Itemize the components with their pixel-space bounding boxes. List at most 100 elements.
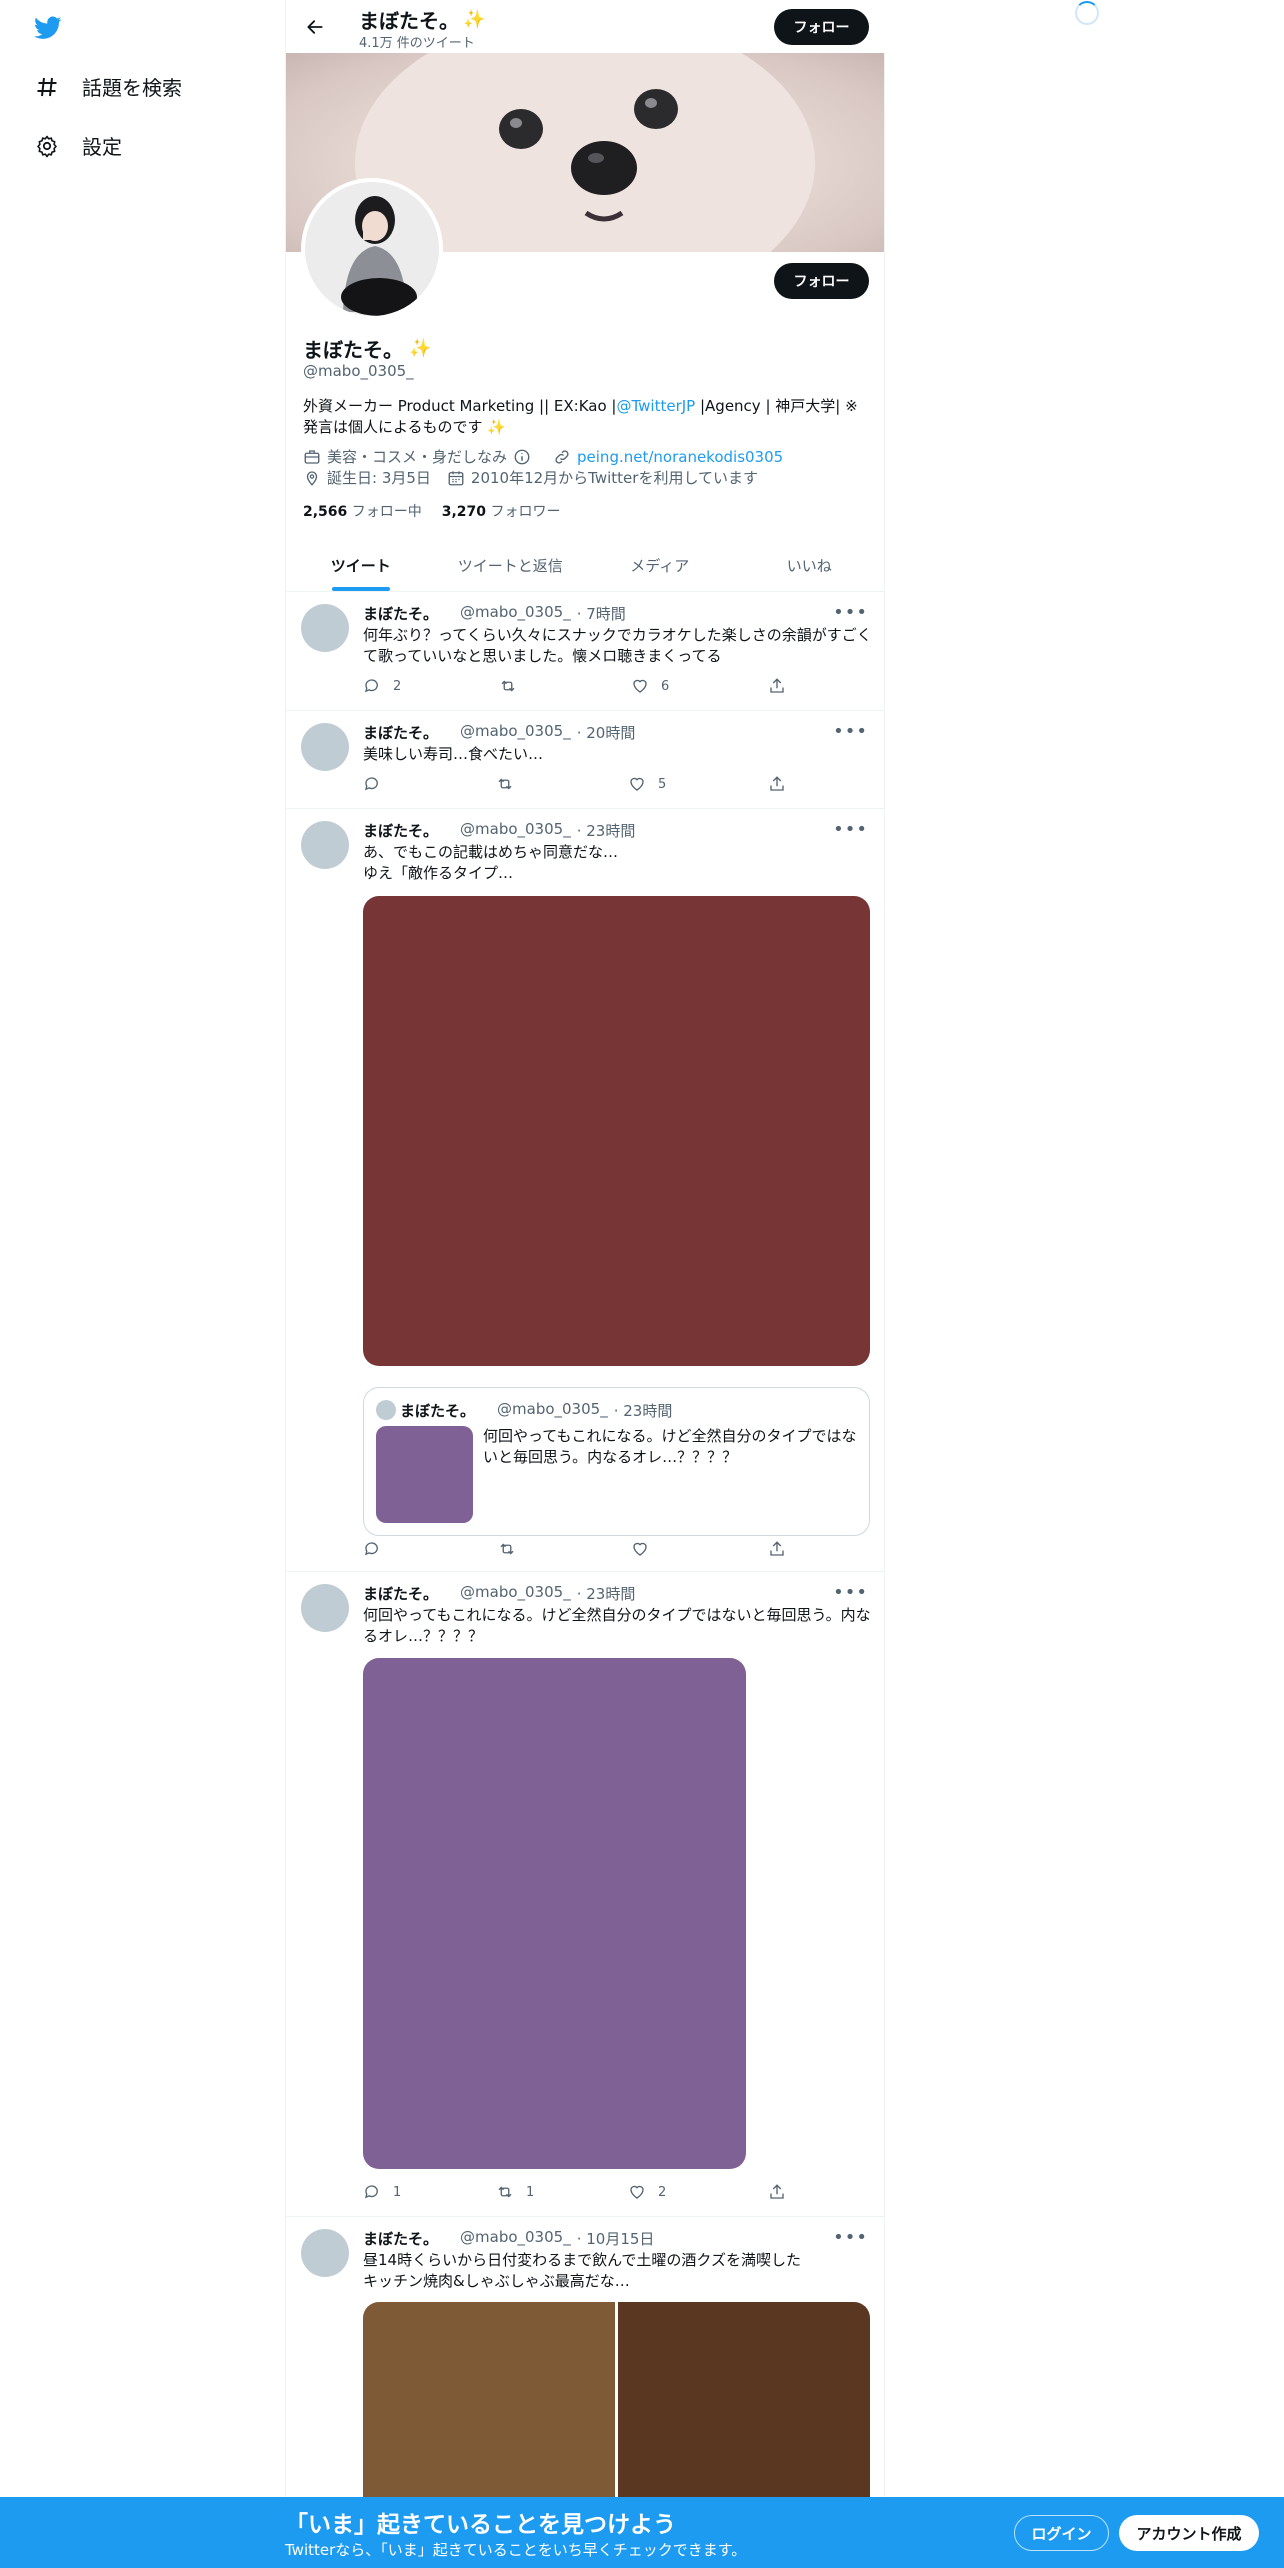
tweet-item[interactable]: まぼたそ。 @mabo_0305_ · 7時間 ••• 何年ぶり？ってくらい久々… <box>286 592 884 711</box>
reply-button[interactable] <box>363 775 393 793</box>
like-count: 6 <box>661 678 670 694</box>
tweet-avatar[interactable] <box>301 1584 349 1632</box>
tweet-header: まぼたそ。 @mabo_0305_ · 23時間 <box>363 1583 635 1604</box>
tweet-author-handle[interactable]: @mabo_0305_ <box>460 2228 571 2249</box>
tweet-time[interactable]: · 23時間 <box>577 1583 636 1604</box>
reply-button[interactable]: 2 <box>363 677 401 695</box>
tab-tweets-and-replies[interactable]: ツイートと返信 <box>436 540 586 591</box>
tweet-text: 昼14時くらいから日付変わるまで飲んで土曜の酒クズを満喫した キッチン焼肉&しゃ… <box>363 2250 873 2292</box>
quoted-header: まぼたそ。 @mabo_0305_ · 23時間 <box>400 1400 672 1421</box>
tweet-author-handle[interactable]: @mabo_0305_ <box>460 820 571 841</box>
signup-button[interactable]: アカウント作成 <box>1119 2515 1259 2551</box>
info-icon[interactable] <box>513 448 531 466</box>
star-emoji-icon: ✨ <box>409 338 432 359</box>
tweet-author-name[interactable]: まぼたそ。 <box>363 2228 438 2249</box>
nav-settings[interactable]: 設定 <box>34 131 122 160</box>
heart-icon <box>630 777 644 791</box>
tweet-actions: 5 <box>363 775 793 795</box>
back-arrow-icon[interactable] <box>300 12 330 42</box>
quoted-tweet[interactable]: まぼたそ。 @mabo_0305_ · 23時間 何回やってもこれになる。けど全… <box>363 1387 870 1536</box>
retweet-icon <box>501 680 515 692</box>
login-button[interactable]: ログイン <box>1014 2515 1109 2551</box>
link-icon <box>553 448 571 466</box>
tweet-text-line: あ、でもこの記載はめちゃ同意だな… <box>363 843 619 861</box>
quoted-time: · 23時間 <box>613 1402 673 1420</box>
tweet-item[interactable]: まぼたそ。 @mabo_0305_ · 23時間 ••• あ、でもこの記載はめち… <box>286 809 884 1572</box>
tweet-time[interactable]: · 7時間 <box>577 603 626 624</box>
tweet-time[interactable]: · 23時間 <box>577 820 636 841</box>
tweet-time[interactable]: · 20時間 <box>577 722 636 743</box>
heart-icon <box>630 2185 644 2199</box>
tab-tweets[interactable]: ツイート <box>286 540 436 591</box>
tweet-avatar[interactable] <box>301 723 349 771</box>
retweet-icon <box>498 778 512 790</box>
tweet-avatar[interactable] <box>301 821 349 869</box>
like-button[interactable]: 6 <box>631 677 669 695</box>
profile-website-link[interactable]: peing.net/noranekodis0305 <box>577 448 783 466</box>
tweet-time[interactable]: · 10月15日 <box>577 2228 655 2249</box>
tweet-item[interactable]: まぼたそ。 @mabo_0305_ · 20時間 ••• 美味しい寿司…食べたい… <box>286 711 884 809</box>
retweet-button[interactable] <box>498 1540 528 1558</box>
reply-button[interactable] <box>363 1540 393 1558</box>
more-options-icon[interactable]: ••• <box>833 819 868 840</box>
tweet-actions: 2 6 <box>363 677 793 697</box>
like-button[interactable]: 2 <box>628 2183 666 2201</box>
header-profile-name: まぼたそ。 ✨ <box>359 5 485 34</box>
bio-text-1: 外資メーカー Product Marketing || EX:Kao | <box>303 397 617 415</box>
like-button[interactable]: 5 <box>628 775 666 793</box>
bio-mention-link[interactable]: @TwitterJP <box>616 397 695 415</box>
heart-icon <box>633 1542 647 1556</box>
tweet-media-image[interactable] <box>618 2302 870 2502</box>
calendar-icon <box>447 469 465 487</box>
tweet-item[interactable]: まぼたそ。 @mabo_0305_ · 23時間 ••• 何回やってもこれになる… <box>286 1572 884 2217</box>
more-options-icon[interactable]: ••• <box>833 602 868 623</box>
nav-explore[interactable]: 話題を検索 <box>34 72 182 101</box>
reply-count: 1 <box>393 2184 402 2200</box>
tweet-media-image[interactable] <box>363 896 870 1366</box>
profile-handle: @mabo_0305_ <box>303 362 414 380</box>
retweet-button[interactable] <box>499 677 529 695</box>
more-options-icon[interactable]: ••• <box>833 721 868 742</box>
tweet-author-handle[interactable]: @mabo_0305_ <box>460 722 571 743</box>
briefcase-icon <box>303 448 321 466</box>
following-count-link[interactable]: 2,566 フォロー中 <box>303 501 422 521</box>
more-options-icon[interactable]: ••• <box>833 2227 868 2248</box>
header-follow-button[interactable]: フォロー <box>774 9 869 45</box>
tweet-author-name[interactable]: まぼたそ。 <box>363 722 438 743</box>
tweet-text: 美味しい寿司…食べたい… <box>363 745 544 763</box>
tweet-author-name[interactable]: まぼたそ。 <box>363 603 438 624</box>
like-button[interactable] <box>631 1540 661 1558</box>
profile-avatar[interactable] <box>301 178 443 320</box>
share-button[interactable] <box>768 2183 786 2201</box>
tweet-media-image[interactable] <box>363 1658 746 2169</box>
profile-follow-button[interactable]: フォロー <box>774 263 869 299</box>
star-emoji-icon: ✨ <box>463 9 486 30</box>
more-options-icon[interactable]: ••• <box>833 1582 868 1603</box>
twitter-logo-icon[interactable] <box>32 14 64 42</box>
signup-prompt-bar: 「いま」起きていることを見つけよう Twitterなら、「いま」起きていることを… <box>0 2497 1284 2568</box>
profile-name-text: まぼたそ。 <box>303 338 403 362</box>
tweet-media-image[interactable] <box>363 2302 615 2502</box>
retweet-button[interactable]: 1 <box>496 2183 534 2201</box>
quoted-media-image <box>376 1426 473 1523</box>
tweet-author-handle[interactable]: @mabo_0305_ <box>460 1583 571 1604</box>
quoted-text: 何回やってもこれになる。けど全然自分のタイプではないと毎回思う。内なるオレ…？？… <box>483 1427 857 1466</box>
tweet-avatar[interactable] <box>301 604 349 652</box>
followers-count-link[interactable]: 3,270 フォロワー <box>442 501 561 521</box>
tab-likes[interactable]: いいね <box>735 540 885 591</box>
profile-joined: 2010年12月からTwitterを利用しています <box>470 469 759 487</box>
following-count: 2,566 <box>303 504 348 520</box>
share-icon <box>770 776 784 791</box>
tweet-text-line: 昼14時くらいから日付変わるまで飲んで土曜の酒クズを満喫した <box>363 2251 802 2269</box>
share-button[interactable] <box>768 775 786 793</box>
tweet-author-name[interactable]: まぼたそ。 <box>363 820 438 841</box>
retweet-button[interactable] <box>496 775 526 793</box>
profile-bio: 外資メーカー Product Marketing || EX:Kao |@Twi… <box>303 396 863 438</box>
tweet-author-handle[interactable]: @mabo_0305_ <box>460 603 571 624</box>
share-button[interactable] <box>768 1540 786 1558</box>
tweet-author-name[interactable]: まぼたそ。 <box>363 1583 438 1604</box>
tweet-avatar[interactable] <box>301 2229 349 2277</box>
tab-media[interactable]: メディア <box>585 540 735 591</box>
reply-button[interactable]: 1 <box>363 2183 401 2201</box>
share-button[interactable] <box>768 677 786 695</box>
